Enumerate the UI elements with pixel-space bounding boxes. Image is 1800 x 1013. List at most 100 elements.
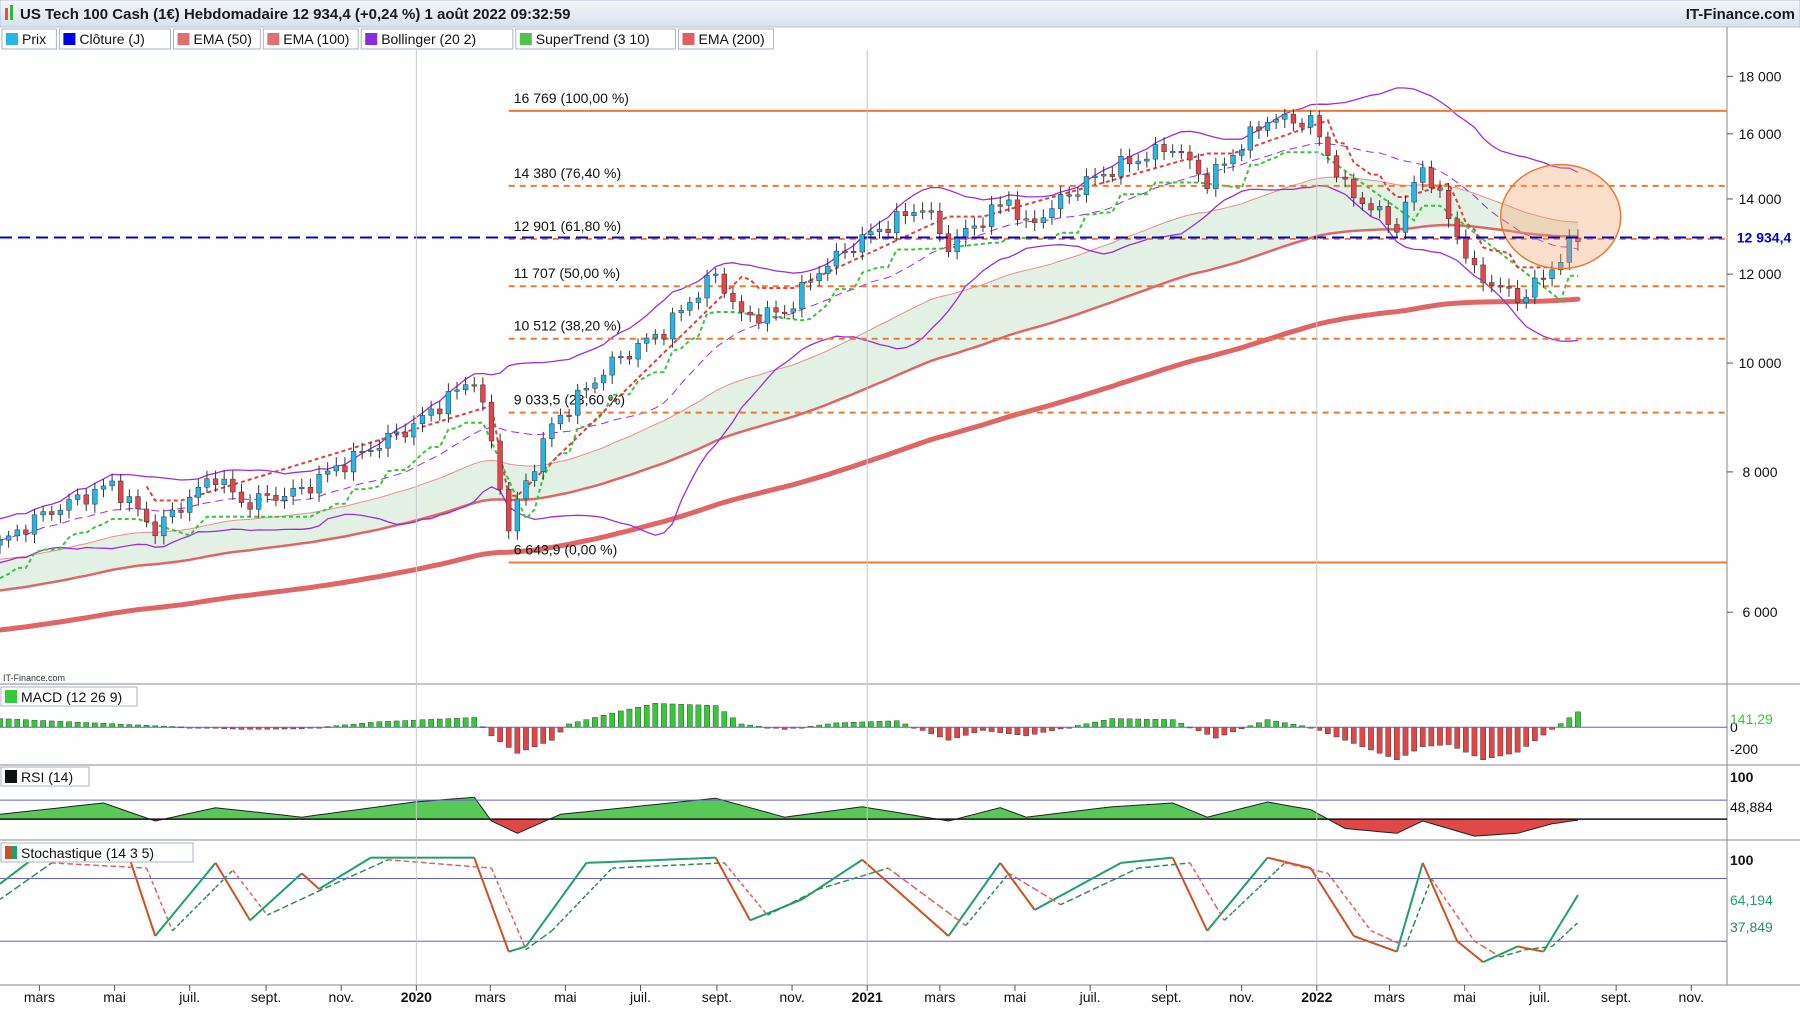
x-tick-label: sept. <box>702 989 732 1005</box>
stoch-d-segment <box>1474 940 1484 948</box>
stoch-k-segment <box>1223 898 1234 911</box>
candle-body <box>618 355 624 358</box>
candle-body <box>368 449 374 452</box>
candle-body <box>1014 199 1021 220</box>
candle-body <box>1187 151 1193 161</box>
stoch-d-segment <box>1361 918 1372 932</box>
stoch-d-segment <box>1060 899 1070 906</box>
macd-bar <box>928 727 935 734</box>
candle-body <box>92 488 98 505</box>
macd-bar <box>893 720 900 728</box>
x-tick-label: juil. <box>1528 989 1550 1005</box>
macd-bar <box>678 704 684 728</box>
candle-body <box>583 388 589 391</box>
fib-label: 16 769 (100,00 %) <box>514 90 629 106</box>
stoch-k-segment <box>335 872 346 880</box>
candle-body <box>807 280 814 283</box>
candle-body <box>842 250 848 253</box>
candle-body <box>928 210 934 213</box>
stoch-k-segment <box>1060 890 1070 897</box>
macd-bar <box>1402 727 1409 756</box>
macd-bar <box>1437 727 1443 746</box>
candle-body <box>1376 206 1383 211</box>
candle-body <box>1385 206 1391 225</box>
candle-body <box>376 447 383 451</box>
candle-body <box>963 228 969 239</box>
stoch-d-segment <box>1560 929 1570 940</box>
stoch-k-segment <box>930 920 941 930</box>
candle-body <box>221 478 227 485</box>
stoch-d-segment <box>154 888 165 911</box>
candle-body <box>1170 151 1176 154</box>
macd-bar <box>488 727 495 737</box>
candle-body <box>945 233 952 253</box>
stoch-d-segment <box>422 861 432 864</box>
stoch-k-segment <box>1258 857 1269 869</box>
stoch-d-segment <box>1551 937 1562 947</box>
stoch-k-segment <box>473 857 484 882</box>
x-tick-label: nov. <box>1679 989 1704 1005</box>
macd-bar <box>876 721 883 728</box>
panel-swatch <box>5 690 11 703</box>
stoch-k-segment <box>964 898 976 913</box>
stoch-d-segment <box>206 886 217 897</box>
candle-body <box>1532 277 1538 298</box>
stoch-k-segment <box>8 869 18 879</box>
macd-bar <box>1230 727 1236 733</box>
candle-body <box>876 228 883 232</box>
stoch-d-segment <box>577 894 587 905</box>
stoch-k-segment <box>559 886 570 900</box>
stoch-k-segment <box>1232 888 1243 901</box>
candle-body <box>1420 167 1426 183</box>
candle-body <box>1178 151 1184 154</box>
stoch-k-segment <box>1042 899 1053 907</box>
macd-bar <box>1100 720 1107 728</box>
stoch-k-segment <box>188 883 200 895</box>
stoch-k-segment <box>533 921 545 936</box>
candle-body <box>1282 113 1288 120</box>
candle-body <box>1152 144 1159 160</box>
candle-body <box>531 471 538 481</box>
stoch-d-segment <box>827 883 837 888</box>
candle-body <box>1092 175 1098 178</box>
macd-bar <box>618 710 624 728</box>
macd-bar <box>730 717 736 728</box>
stoch-k-segment <box>154 924 165 937</box>
candle-body <box>247 502 253 510</box>
stoch-d-segment <box>1249 886 1260 897</box>
stoch-d-segment <box>542 930 553 938</box>
stoch-k-segment <box>309 880 320 890</box>
stoch-d-segment <box>991 883 1001 895</box>
candle-body <box>1437 187 1443 191</box>
macd-bar <box>1325 727 1331 734</box>
candle-body <box>747 311 753 316</box>
candle-body <box>695 297 702 303</box>
stoch-d-segment <box>1344 895 1355 909</box>
candle-body <box>1445 189 1452 220</box>
stoch-k-segment <box>1568 894 1579 910</box>
candle-body <box>1359 197 1366 204</box>
candle-body <box>31 514 38 535</box>
macd-bar <box>1488 727 1495 759</box>
stoch-k-segment <box>1267 856 1277 861</box>
fib-label: 12 901 (61,80 %) <box>514 218 621 234</box>
candle-body <box>1402 201 1409 233</box>
stoch-d-segment <box>585 885 596 896</box>
macd-bar <box>0 718 3 728</box>
x-tick-label: juil. <box>178 989 200 1005</box>
stoch-k-segment <box>1362 938 1372 944</box>
candle-body <box>885 228 891 233</box>
macd-bar <box>1497 727 1504 757</box>
candle-body <box>626 355 633 360</box>
stoch-d-segment <box>913 886 924 895</box>
stoch-d-segment <box>292 898 303 904</box>
stoch-k-segment <box>1275 858 1286 863</box>
macd-bar <box>1169 719 1176 728</box>
stoch-k-segment <box>714 857 726 874</box>
stoch-d-segment <box>1379 934 1389 940</box>
macd-bar <box>74 721 81 728</box>
stoch-d-segment <box>1275 862 1286 872</box>
macd-bar <box>1333 727 1340 738</box>
legend-swatch <box>365 33 378 45</box>
stoch-k-segment <box>1551 922 1562 939</box>
